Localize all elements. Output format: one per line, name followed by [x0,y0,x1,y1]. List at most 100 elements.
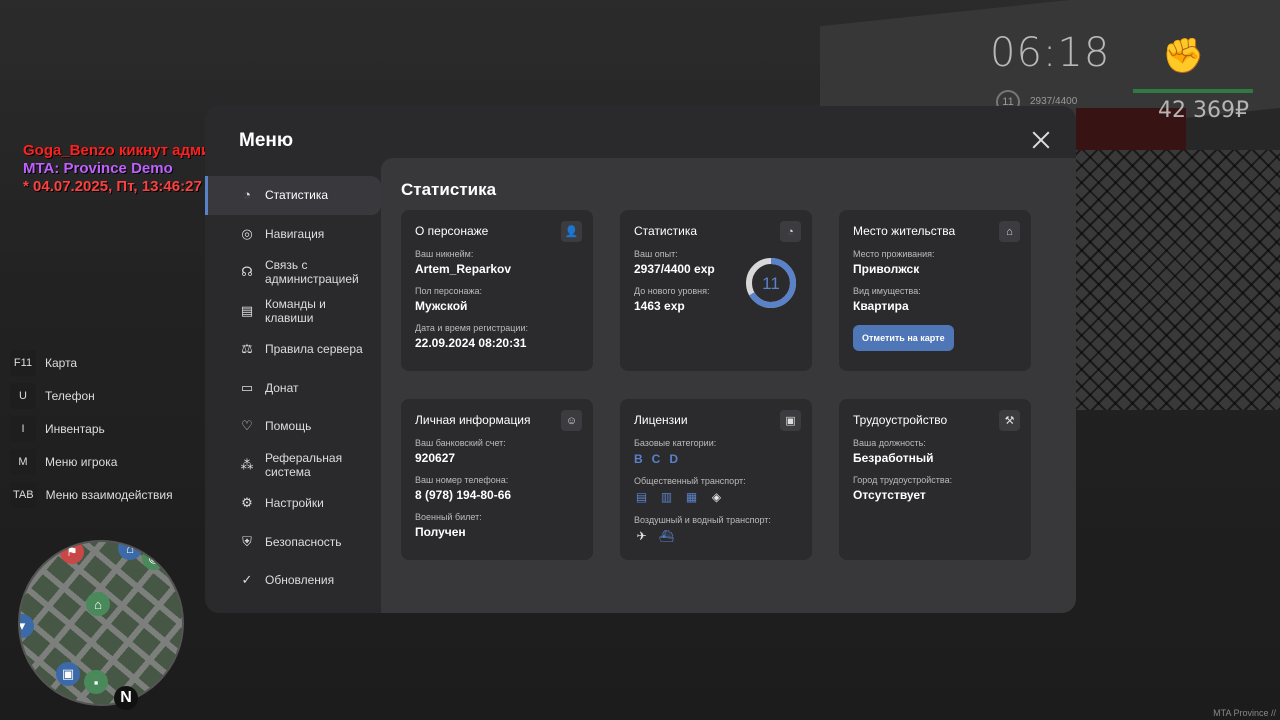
taxi-icon: ◈ [711,490,722,504]
gender-value: Мужской [415,299,468,313]
hotkey-row: M Меню игрока [10,445,173,478]
document-icon: ▤ [240,302,254,318]
card-title: О персонаже [415,224,489,238]
menu-sidebar: ◔ Статистика ◎ Навигация ☊ Связь с админ… [205,176,381,600]
card-title: Статистика [634,224,698,238]
card-residence: Место жительства ⌂ Место проживания: При… [839,210,1031,371]
hotkey-row: I Инвентарь [10,412,173,445]
hotkey-label: Меню игрока [45,454,118,469]
nav-label: Навигация [265,226,325,241]
tram-icon: ▦ [685,490,698,504]
gear-icon: ⚙ [241,495,253,511]
hotkey-label: Телефон [45,388,95,403]
compass-icon: ◎ [241,225,253,241]
hud-money: 42 369₽ [1158,98,1249,123]
field-label: Пол персонажа: [415,286,483,296]
residence-city-value: Приволжск [853,262,920,276]
pie-chart-icon: ◔ [243,187,251,203]
nav-item-updates[interactable]: ✓ Обновления [205,561,381,600]
menu-title: Меню [239,130,294,151]
card-title: Трудоустройство [853,413,948,427]
field-label: Город трудоустройства: [853,475,953,485]
license-category: B [634,452,643,466]
bank-account-value: 920627 [415,451,456,465]
nav-label: Команды и клавиши [265,296,326,325]
nav-label: Связь с администрацией [265,258,359,287]
nav-item-security[interactable]: ⛨ Безопасность [205,523,381,562]
card-statistics: Статистика ◔ Ваш опыт: 2937/4400 exp До … [620,210,812,371]
refresh-check-icon: ✓ [241,572,253,588]
card-title: Место жительства [853,224,956,238]
nav-item-donate[interactable]: ▭ Донат [205,369,381,408]
scales-icon: ⚖ [241,341,253,357]
hotkey-label: Инвентарь [45,421,105,436]
north-marker: N [114,686,138,710]
card-employment: Трудоустройство ⚒ Ваша должность: Безраб… [839,399,1031,560]
trolleybus-icon: ▥ [660,490,673,504]
minimap: ⚑ ⌂ ◉ ⌂ ▾ ▣ ▪ [18,540,184,706]
nav-label: Настройки [265,496,324,511]
registration-value: 22.09.2024 08:20:31 [415,336,527,350]
fist-weapon-icon: ✊ [1162,37,1205,75]
field-label: Ваша должность: [853,438,926,448]
nav-item-navigation[interactable]: ◎ Навигация [205,215,381,254]
card-personal-info: Личная информация ☺ Ваш банковский счет:… [401,399,593,560]
public-transport-licenses: ▤ ▥ ▦ ◈ [634,490,798,505]
license-book-icon: ▣ [780,410,801,431]
house-icon: ⌂ [86,592,110,616]
nav-item-statistics[interactable]: ◔ Статистика [205,176,381,215]
field-label: Общественный транспорт: [634,476,746,486]
health-bar [1133,89,1253,93]
nickname-value: Artem_Reparkov [415,262,512,276]
hotkey-list: F11 Карта U Телефон I Инвентарь M Меню и… [10,346,173,511]
mark-on-map-button[interactable]: Отметить на карте [853,325,954,351]
nav-label: Безопасность [265,534,342,549]
field-label: Ваш банковский счет: [415,438,506,448]
nav-item-referral[interactable]: ⁂ Реферальная система [205,446,381,485]
card-title: Личная информация [415,413,531,427]
shield-icon: ⛨ [242,533,252,549]
tools-icon: ⚒ [999,410,1020,431]
stats-content: Статистика О персонаже 👤 Ваш никнейм: Ar… [381,158,1076,613]
field-label: Ваш номер телефона: [415,475,509,485]
field-label: Базовые категории: [634,438,717,448]
network-icon: ⁂ [240,456,254,472]
military-id-value: Получен [415,525,466,539]
field-label: Место проживания: [853,249,935,259]
card-title: Лицензии [634,413,688,427]
player-menu-window: Меню ◔ Статистика ◎ Навигация ☊ Связь с … [205,106,1076,613]
car-icon: ◉ [142,546,166,570]
phone-number-value: 8 (978) 194-80-66 [415,488,512,502]
lock-icon: ▣ [56,662,80,686]
nav-item-settings[interactable]: ⚙ Настройки [205,484,381,523]
bus-icon: ▤ [635,490,648,504]
boat-icon: ⛴ [659,529,675,543]
nav-label: Реферальная система [265,450,343,479]
key-cap: I [10,415,36,442]
nav-label: Донат [265,380,299,395]
nav-item-help[interactable]: ♡ Помощь [205,407,381,446]
key-cap: F11 [10,349,36,376]
hotkey-row: F11 Карта [10,346,173,379]
license-category: D [669,452,679,466]
shop-icon: ▪ [84,670,108,694]
field-label: Дата и время регистрации: [415,323,528,333]
face-icon: ☺ [561,410,582,431]
pie-chart-icon: ◔ [780,221,801,242]
job-position-value: Безработный [853,451,934,465]
nav-item-contact-admin[interactable]: ☊ Связь с администрацией [205,253,381,292]
hud-clock: 06:18 [990,30,1111,76]
nav-label: Правила сервера [265,342,363,357]
close-button[interactable] [1029,128,1053,152]
level-number: 11 [762,274,780,293]
nav-label: Обновления [265,573,335,588]
card-licenses: Лицензии ▣ Базовые категории: B C D Обще… [620,399,812,560]
nav-label: Статистика [265,188,329,203]
key-cap: U [10,382,36,409]
nav-item-commands[interactable]: ▤ Команды и клавиши [205,292,381,331]
nav-item-rules[interactable]: ⚖ Правила сервера [205,330,381,369]
heart-hand-icon: ♡ [241,418,253,434]
key-cap: M [10,448,36,475]
user-icon: 👤 [561,221,582,242]
fire-station-icon: ⚑ [60,542,84,564]
